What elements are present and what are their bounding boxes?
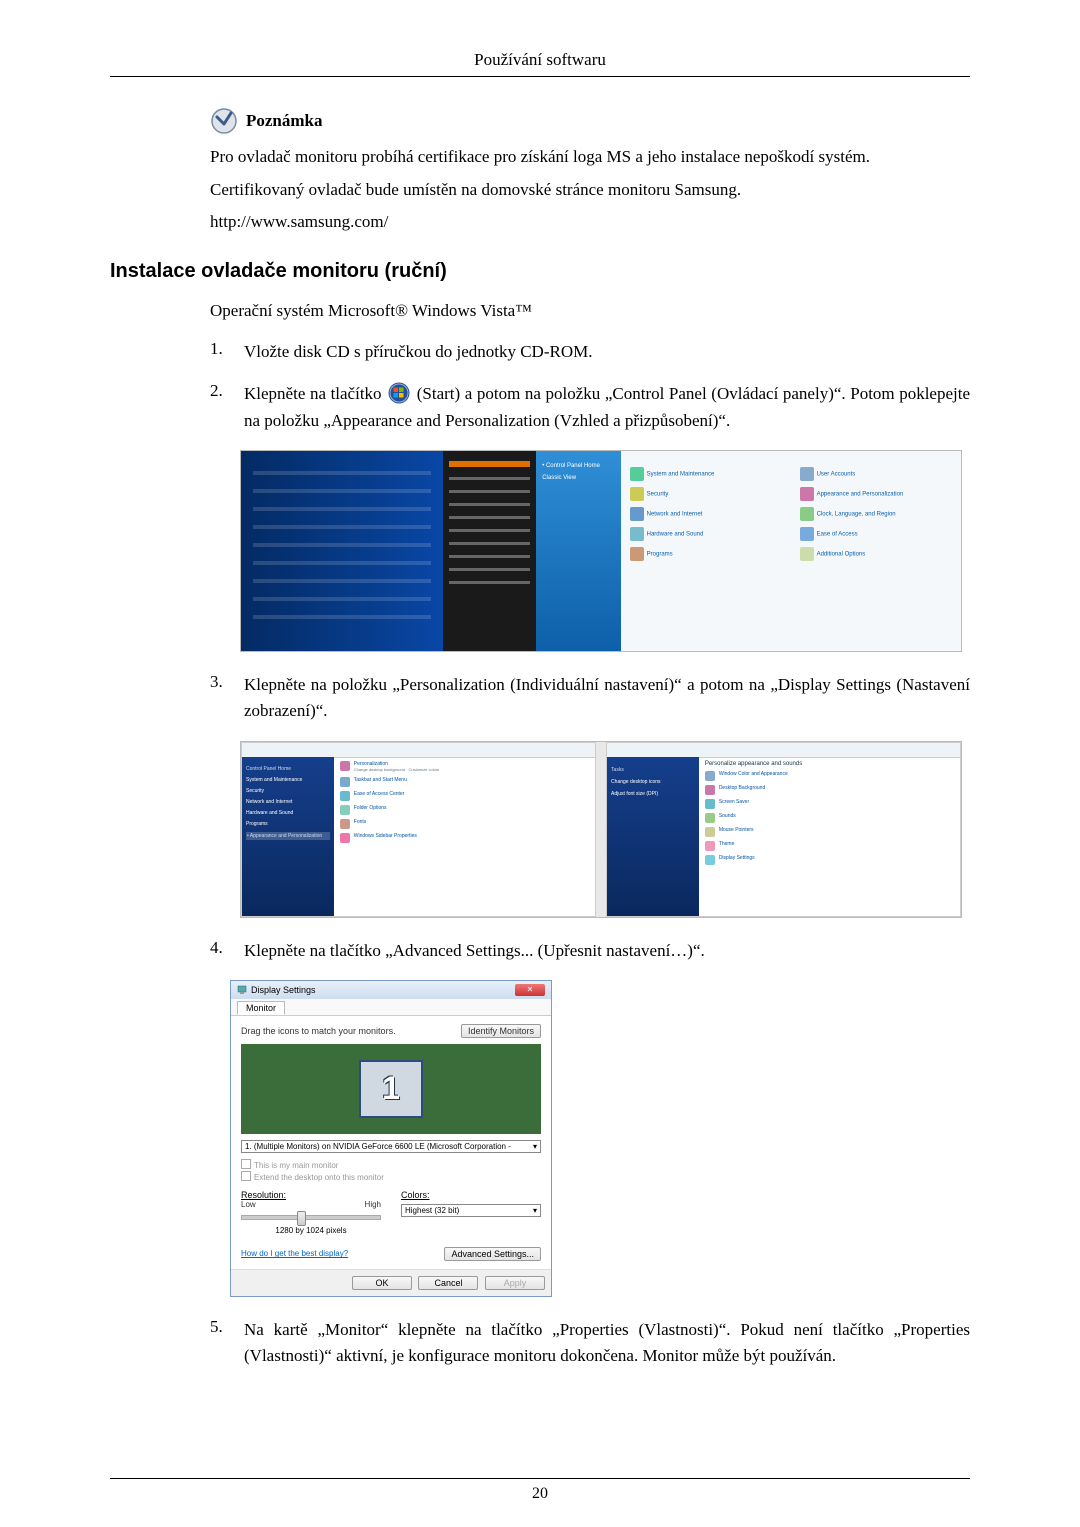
tab-monitor[interactable]: Monitor <box>237 1001 285 1015</box>
step-text: Klepněte na tlačítko (Start) a potom na … <box>244 381 970 434</box>
top-rule <box>110 76 970 77</box>
steps-list-cont: 3. Klepněte na položku „Personalization … <box>210 672 970 725</box>
slider-thumb[interactable] <box>297 1211 306 1226</box>
drag-label: Drag the icons to match your monitors. <box>241 1026 396 1036</box>
resolution-value: 1280 by 1024 pixels <box>241 1226 381 1235</box>
display-icon <box>237 985 247 995</box>
monitor-select[interactable]: 1. (Multiple Monitors) on NVIDIA GeForce… <box>241 1140 541 1153</box>
step-3: 3. Klepněte na položku „Personalization … <box>210 672 970 725</box>
page-number: 20 <box>0 1485 1080 1503</box>
ok-button[interactable]: OK <box>352 1276 412 1290</box>
monitor-preview: 1 <box>241 1044 541 1134</box>
help-link[interactable]: How do I get the best display? <box>241 1249 348 1258</box>
advanced-settings-button[interactable]: Advanced Settings... <box>444 1247 541 1261</box>
check-main-label: This is my main monitor <box>254 1161 338 1170</box>
note-p3: http://www.samsung.com/ <box>210 210 970 235</box>
dialog-body: Drag the icons to match your monitors. I… <box>231 1016 551 1269</box>
screenshot-personalization: Control Panel Home System and Maintenanc… <box>240 741 962 918</box>
colors-label: Colors: <box>401 1190 541 1200</box>
checkbox-main[interactable] <box>241 1159 251 1169</box>
display-settings-dialog: Display Settings ✕ Monitor Drag the icon… <box>230 980 552 1297</box>
resolution-label: Resolution: <box>241 1190 381 1200</box>
step-number: 3. <box>210 672 244 725</box>
resolution-slider[interactable] <box>241 1215 381 1220</box>
steps-list-cont2: 4. Klepněte na tlačítko „Advanced Settin… <box>210 938 970 964</box>
res-low: Low <box>241 1200 256 1209</box>
cancel-button[interactable]: Cancel <box>418 1276 478 1290</box>
step-4: 4. Klepněte na tlačítko „Advanced Settin… <box>210 938 970 964</box>
res-high: High <box>365 1200 381 1209</box>
close-button[interactable]: ✕ <box>515 984 545 996</box>
checkbox-extend[interactable] <box>241 1171 251 1181</box>
dropdown-arrow-icon: ▾ <box>533 1142 537 1151</box>
step-number: 1. <box>210 339 244 365</box>
check-extend-label: Extend the desktop onto this monitor <box>254 1173 384 1182</box>
steps-list-cont3: 5. Na kartě „Monitor“ klepněte na tlačít… <box>210 1317 970 1370</box>
steps-list: 1. Vložte disk CD s příručkou do jednotk… <box>210 339 970 434</box>
screenshot-control-panel: • Control Panel Home Classic View System… <box>240 450 962 652</box>
step-text: Klepněte na položku „Personalization (In… <box>244 672 970 725</box>
colors-select[interactable]: Highest (32 bit) ▾ <box>401 1204 541 1217</box>
section-heading: Instalace ovladače monitoru (ruční) <box>110 260 970 283</box>
step-text: Vložte disk CD s příručkou do jednotky C… <box>244 339 592 365</box>
monitor-select-value: 1. (Multiple Monitors) on NVIDIA GeForce… <box>245 1142 511 1151</box>
step-number: 5. <box>210 1317 244 1370</box>
step-number: 2. <box>210 381 244 434</box>
apply-button[interactable]: Apply <box>485 1276 545 1290</box>
note-heading-row: Poznámka <box>210 107 970 135</box>
step-1: 1. Vložte disk CD s příručkou do jednotk… <box>210 339 970 365</box>
page: Používání softwaru Poznámka Pro ovladač … <box>0 0 1080 1527</box>
step-2a: Klepněte na tlačítko <box>244 384 386 403</box>
dialog-titlebar: Display Settings ✕ <box>231 981 551 999</box>
start-orb-icon <box>388 382 410 404</box>
step-5: 5. Na kartě „Monitor“ klepněte na tlačít… <box>210 1317 970 1370</box>
note-block: Poznámka Pro ovladač monitoru probíhá ce… <box>210 107 970 235</box>
page-header: Používání softwaru <box>110 50 970 70</box>
monitor-1-icon[interactable]: 1 <box>359 1060 423 1118</box>
step-number: 4. <box>210 938 244 964</box>
identify-monitors-button[interactable]: Identify Monitors <box>461 1024 541 1038</box>
monitor-options: This is my main monitor Extend the deskt… <box>241 1159 541 1182</box>
colors-value: Highest (32 bit) <box>405 1206 459 1215</box>
os-line: Operační systém Microsoft® Windows Vista… <box>210 301 970 321</box>
note-title: Poznámka <box>246 111 323 131</box>
dialog-title: Display Settings <box>251 985 316 995</box>
step-2: 2. Klepněte na tlačítko (Start) a potom … <box>210 381 970 434</box>
bottom-rule <box>110 1478 970 1479</box>
step-text: Klepněte na tlačítko „Advanced Settings.… <box>244 938 705 964</box>
dropdown-arrow-icon: ▾ <box>533 1206 537 1215</box>
step-text: Na kartě „Monitor“ klepněte na tlačítko … <box>244 1317 970 1370</box>
dialog-tab-area: Monitor <box>231 999 551 1016</box>
dialog-footer: OK Cancel Apply <box>231 1269 551 1296</box>
note-p1: Pro ovladač monitoru probíhá certifikace… <box>210 145 970 170</box>
note-icon <box>210 107 238 135</box>
note-p2: Certifikovaný ovladač bude umístěn na do… <box>210 178 970 203</box>
